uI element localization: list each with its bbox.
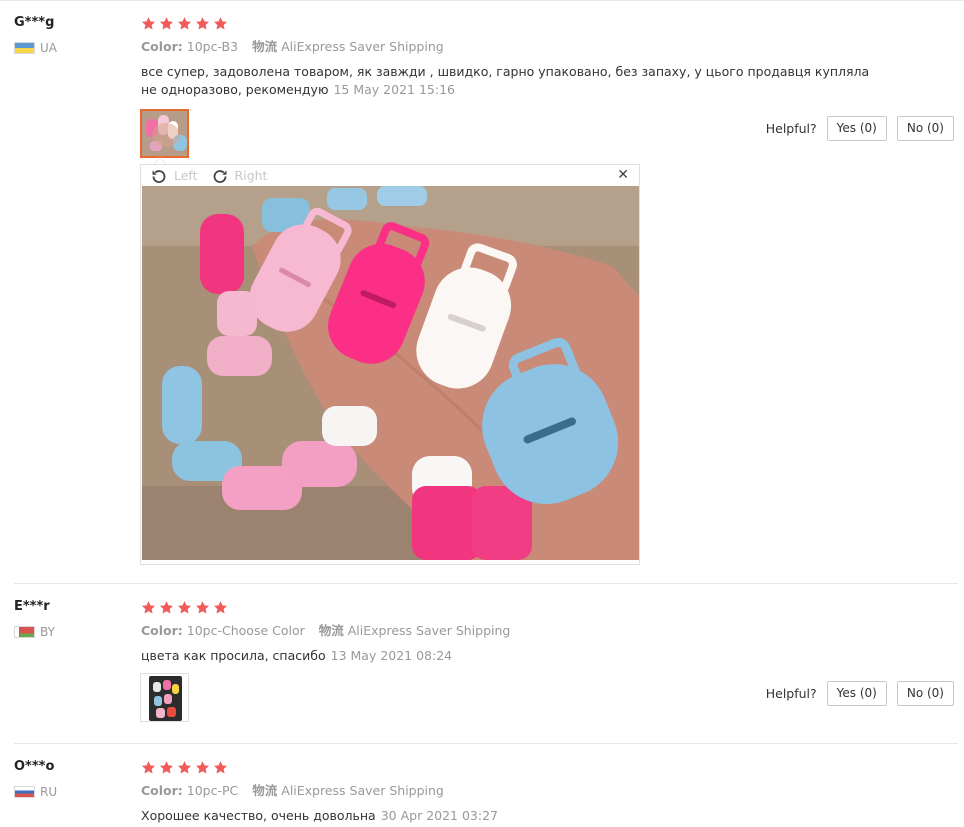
star-icon [141, 760, 156, 775]
reviewer-info: G***g UA [14, 15, 134, 55]
reviewer-name: G***g [14, 15, 55, 30]
review-text: все супер, задоволена товаром, як завжди… [141, 63, 881, 99]
logistics-label: 物流 [252, 39, 278, 54]
reviewer-country: RU [14, 785, 134, 799]
logistics-value: AliExpress Saver Shipping [281, 783, 444, 798]
star-icon [195, 600, 210, 615]
review-body: Хорошее качество, очень довольна [141, 808, 376, 823]
color-label: Color: [141, 783, 183, 798]
helpful-no-button[interactable]: No (0) [896, 116, 954, 141]
country-code: UA [40, 41, 57, 55]
reviewer-country: BY [14, 625, 134, 639]
reviewer-name: E***r [14, 599, 50, 614]
reviewer-name: O***o [14, 759, 55, 774]
photo-viewer: Left Right ✕ [140, 164, 640, 565]
star-icon [141, 600, 156, 615]
rotate-right-button[interactable]: Right [212, 168, 268, 184]
logistics-value: AliExpress Saver Shipping [347, 623, 511, 638]
color-label: Color: [141, 623, 183, 638]
star-icon [159, 600, 174, 615]
review-text: цвета как просила, спасибо 13 May 2021 08… [141, 647, 881, 665]
helpful-no-button[interactable]: No (0) [896, 681, 954, 706]
review-photo-large [142, 186, 639, 560]
flag-by-icon [14, 626, 35, 638]
close-icon[interactable]: ✕ [617, 167, 629, 183]
color-value: 10pc-PC [186, 783, 239, 798]
logistics-value: AliExpress Saver Shipping [281, 39, 444, 54]
rotate-right-label: Right [234, 168, 268, 183]
reviewer-info: O***o RU [14, 759, 134, 799]
viewer-toolbar: Left Right ✕ [141, 165, 639, 186]
review-date: 13 May 2021 08:24 [330, 648, 453, 663]
star-rating [141, 15, 951, 31]
star-icon [177, 16, 192, 31]
star-icon [177, 600, 192, 615]
review-date: 15 May 2021 15:16 [333, 82, 455, 97]
flag-ru-icon [14, 786, 35, 798]
color-label: Color: [141, 39, 183, 54]
review-body: все супер, задоволена товаром, як завжди… [141, 64, 870, 97]
star-rating [141, 599, 951, 615]
review-content: Color: 10pc-Choose Color 物流 AliExpress S… [141, 599, 951, 665]
reviewer-info: E***r BY [14, 599, 134, 639]
star-icon [213, 760, 228, 775]
order-info: Color: 10pc-Choose Color 物流 AliExpress S… [141, 623, 951, 639]
order-info: Color: 10pc-B3 物流 AliExpress Saver Shipp… [141, 39, 951, 55]
helpful-label: Helpful? [765, 686, 817, 701]
viewer-pointer [154, 157, 166, 164]
logistics-label: 物流 [318, 623, 344, 638]
flag-ua-icon [14, 42, 35, 54]
star-icon [159, 760, 174, 775]
country-code: RU [40, 785, 58, 799]
order-info: Color: 10pc-PC 物流 AliExpress Saver Shipp… [141, 783, 951, 799]
color-value: 10pc-B3 [186, 39, 239, 54]
reviewer-country: UA [14, 41, 134, 55]
color-value: 10pc-Choose Color [186, 623, 305, 638]
star-icon [213, 600, 228, 615]
review-date: 30 Apr 2021 03:27 [380, 808, 499, 823]
star-icon [141, 16, 156, 31]
star-icon [213, 16, 228, 31]
star-icon [195, 16, 210, 31]
star-icon [159, 16, 174, 31]
review-content: Color: 10pc-PC 物流 AliExpress Saver Shipp… [141, 759, 951, 825]
review-body: цвета как просила, спасибо [141, 648, 326, 663]
top-divider [0, 0, 964, 1]
rotate-right-icon [213, 169, 227, 183]
review-divider [14, 583, 958, 584]
star-icon [195, 760, 210, 775]
helpful-section: Helpful? Yes (0) No (0) [766, 116, 954, 141]
review-text: Хорошее качество, очень довольна 30 Apr 2… [141, 807, 881, 825]
logistics-label: 物流 [252, 783, 278, 798]
rotate-left-button[interactable]: Left [151, 168, 198, 184]
review-photo-thumbnail[interactable] [140, 673, 189, 722]
review-divider [14, 743, 958, 744]
rotate-left-label: Left [174, 168, 198, 183]
helpful-label: Helpful? [765, 121, 817, 136]
review-photo-thumbnail[interactable] [140, 109, 189, 158]
rotate-left-icon [152, 169, 166, 183]
star-rating [141, 759, 951, 775]
helpful-section: Helpful? Yes (0) No (0) [766, 681, 954, 706]
helpful-yes-button[interactable]: Yes (0) [826, 681, 887, 706]
star-icon [177, 760, 192, 775]
review-content: Color: 10pc-B3 物流 AliExpress Saver Shipp… [141, 15, 951, 99]
country-code: BY [40, 625, 55, 639]
helpful-yes-button[interactable]: Yes (0) [826, 116, 887, 141]
